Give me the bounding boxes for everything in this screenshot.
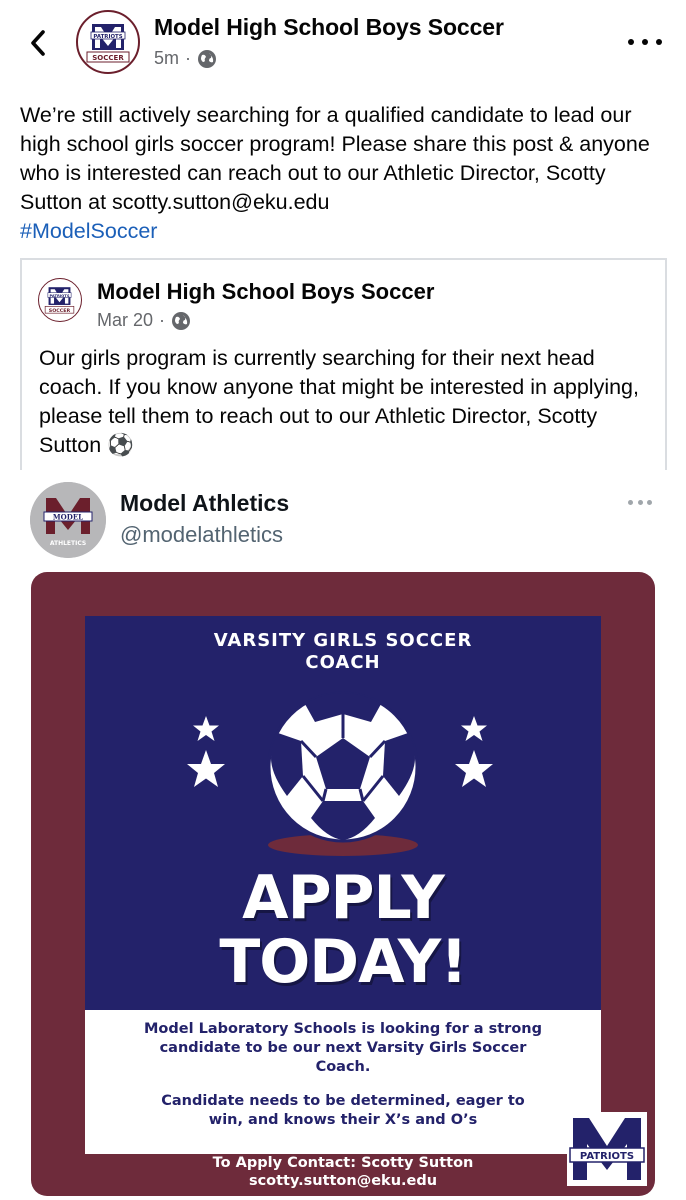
shared-post-date[interactable]: Mar 20 <box>97 310 153 331</box>
flyer-title-line: VARSITY GIRLS SOCCER <box>213 630 473 651</box>
soccer-logo: PATRIOTS SOCCER <box>86 24 130 63</box>
flyer-info-line: Coach. <box>315 1059 371 1075</box>
apply-today-headline: APPLY TODAY! <box>85 866 601 994</box>
shared-post-card[interactable]: PATRIOTS SOCCER Model High School Boys S… <box>20 258 667 470</box>
more-dot <box>628 500 633 505</box>
soccer-logo: PATRIOTS SOCCER <box>44 287 75 314</box>
svg-text:PATRIOTS: PATRIOTS <box>50 294 70 298</box>
more-dot <box>647 500 652 505</box>
post-header: PATRIOTS SOCCER Model High School Boys S… <box>0 0 686 90</box>
contact-line: To Apply Contact: Scotty Sutton <box>212 1155 474 1171</box>
back-button[interactable] <box>22 26 54 60</box>
tweet-author-name[interactable]: Model Athletics <box>120 490 289 517</box>
chevron-left-icon <box>31 30 45 56</box>
shared-page-avatar[interactable]: PATRIOTS SOCCER <box>38 278 82 322</box>
post-time[interactable]: 5m <box>154 48 179 69</box>
flyer-info-line: candidate to be our next Varsity Girls S… <box>159 1040 527 1056</box>
tweet-author-handle[interactable]: @modelathletics <box>120 522 283 548</box>
flyer-contact: To Apply Contact: Scotty Sutton scotty.s… <box>85 1154 601 1190</box>
shared-post-text: Our girls program is currently searching… <box>39 346 639 457</box>
tweet-avatar[interactable]: MODEL ATHLETICS <box>30 482 106 558</box>
flyer-image[interactable]: VARSITY GIRLS SOCCER COACH APPLY TODAY! … <box>31 572 655 1196</box>
svg-text:SOCCER: SOCCER <box>92 54 124 62</box>
patriots-logo: PATRIOTS <box>567 1112 647 1186</box>
flyer-title: VARSITY GIRLS SOCCER COACH <box>85 630 601 674</box>
svg-text:PATRIOTS: PATRIOTS <box>93 34 122 40</box>
post-body: We’re still actively searching for a qua… <box>20 103 650 214</box>
apply-line: TODAY! <box>219 927 467 997</box>
tweet-more-button[interactable] <box>628 500 652 506</box>
post-meta: 5m · <box>154 48 217 69</box>
svg-text:PATRIOTS: PATRIOTS <box>580 1151 634 1162</box>
flyer-info-panel: Model Laboratory Schools is looking for … <box>85 1010 601 1154</box>
flyer-info-line: Candidate needs to be determined, eager … <box>161 1093 525 1109</box>
flyer-info-line: win, and knows their X’s and O’s <box>208 1112 478 1128</box>
shared-post-meta: Mar 20 · <box>97 310 191 331</box>
svg-text:ATHLETICS: ATHLETICS <box>50 540 86 547</box>
svg-text:SOCCER: SOCCER <box>49 308 71 314</box>
flyer-title-line: COACH <box>305 652 381 673</box>
embedded-tweet[interactable]: MODEL ATHLETICS Model Athletics @modelat… <box>0 470 686 1200</box>
page-name[interactable]: Model High School Boys Soccer <box>154 14 504 41</box>
apply-line: APPLY <box>242 863 445 933</box>
flyer-navy-panel: VARSITY GIRLS SOCCER COACH APPLY TODAY! <box>85 616 601 1010</box>
more-dot <box>637 500 643 505</box>
meta-separator: · <box>185 48 192 68</box>
flyer-info-line: Model Laboratory Schools is looking for … <box>144 1021 542 1037</box>
more-dot <box>628 39 634 45</box>
shared-page-name[interactable]: Model High School Boys Soccer <box>97 279 434 305</box>
meta-separator: · <box>159 310 166 330</box>
page-avatar[interactable]: PATRIOTS SOCCER <box>76 10 140 74</box>
more-dot <box>656 39 662 45</box>
globe-icon <box>198 49 217 68</box>
post-text: We’re still actively searching for a qua… <box>20 101 670 246</box>
contact-line: scotty.sutton@eku.edu <box>248 1173 438 1189</box>
soccer-ball-icon <box>267 691 419 856</box>
svg-text:MODEL: MODEL <box>53 513 83 522</box>
athletics-logo: MODEL ATHLETICS <box>30 482 106 558</box>
hashtag-link[interactable]: #ModelSoccer <box>20 217 670 246</box>
star-icon <box>455 716 493 787</box>
more-dot <box>642 39 648 45</box>
more-options-button[interactable] <box>628 32 662 52</box>
star-icon <box>187 716 225 787</box>
globe-icon <box>172 311 191 330</box>
